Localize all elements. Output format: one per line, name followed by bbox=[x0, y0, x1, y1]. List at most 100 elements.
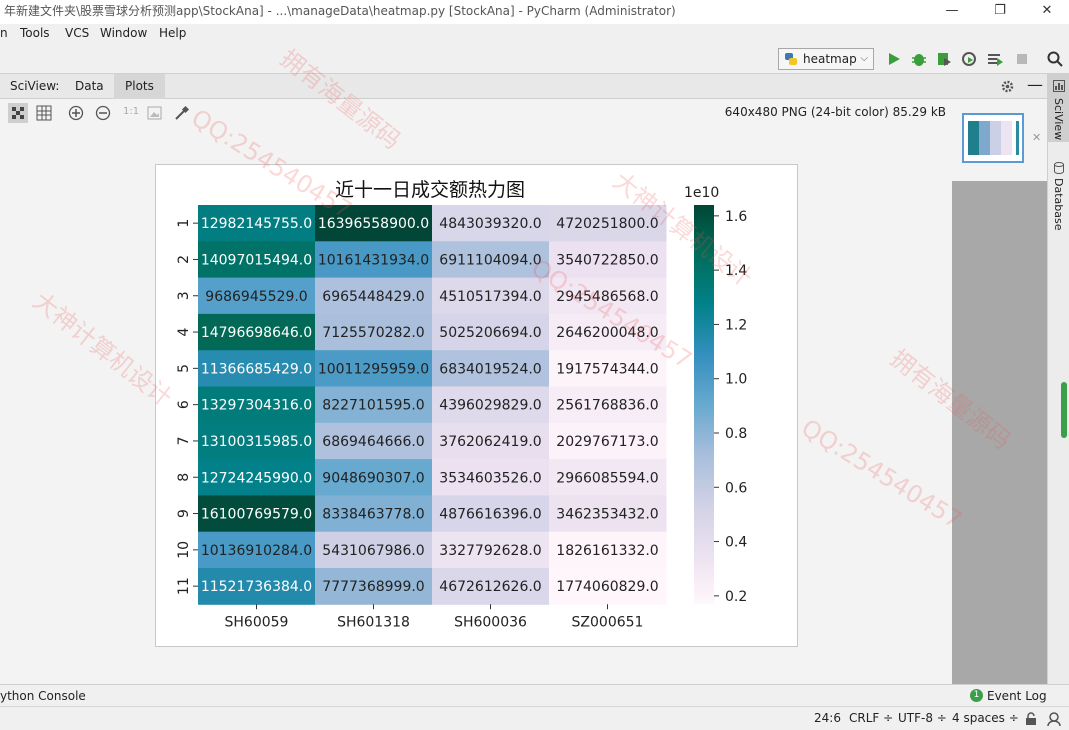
window-title: 年新建文件夹\股票雪球分析预测app\StockAna] - ...\manag… bbox=[4, 4, 676, 18]
thumbnail-image bbox=[964, 115, 1022, 161]
sciview-icon bbox=[1053, 80, 1065, 92]
cell-value-label: 2646200048.0 bbox=[556, 325, 658, 341]
caret-position[interactable]: 24:6 bbox=[814, 711, 841, 725]
scrollbar-thumb[interactable] bbox=[1061, 382, 1067, 438]
y-tick-label: 3 bbox=[176, 291, 192, 300]
image-info: 640x480 PNG (24-bit color) 85.29 kB bbox=[724, 105, 946, 119]
menu-item-window[interactable]: Window bbox=[100, 26, 147, 40]
run-with-coverage-icon[interactable] bbox=[935, 50, 953, 68]
maximize-button[interactable]: ❐ bbox=[983, 0, 1017, 24]
x-tick-label: SZ000651 bbox=[572, 614, 644, 630]
cell-value-label: 4510517394.0 bbox=[439, 289, 541, 305]
main-toolbar: heatmap ⌵ bbox=[0, 44, 1069, 74]
plot-toolbar: 1:1 640x480 PNG (24-bit color) 85.29 kB bbox=[0, 99, 952, 127]
colorbar-exponent-label: 1e10 bbox=[684, 185, 719, 201]
cell-value-label: 4396029829.0 bbox=[439, 398, 541, 414]
run-icon[interactable] bbox=[885, 50, 903, 68]
cell-value-label: 16100769579.0 bbox=[201, 507, 312, 523]
cell-value-label: 14796698646.0 bbox=[201, 325, 312, 341]
colorbar-tick-label: 0.2 bbox=[725, 589, 747, 605]
tab-data[interactable]: Data bbox=[75, 79, 104, 93]
database-icon bbox=[1054, 162, 1064, 174]
cell-value-label: 5431067986.0 bbox=[322, 543, 424, 559]
line-separator[interactable]: CRLF ÷ bbox=[849, 711, 893, 725]
cell-value-label: 9048690307.0 bbox=[322, 470, 424, 486]
status-bar: 24:6 CRLF ÷ UTF-8 ÷ 4 spaces ÷ bbox=[0, 706, 1069, 730]
minimize-button[interactable]: — bbox=[935, 0, 969, 24]
y-tick-label: 7 bbox=[176, 436, 192, 445]
indent-setting[interactable]: 4 spaces ÷ bbox=[952, 711, 1019, 725]
search-everywhere-icon[interactable] bbox=[1046, 50, 1064, 68]
zoom-out-icon[interactable] bbox=[95, 105, 111, 121]
plot-thumbnails-panel: ✕ bbox=[952, 99, 1047, 684]
pycharm-window: 年新建文件夹\股票雪球分析预测app\StockAna] - ...\manag… bbox=[0, 0, 1069, 730]
cell-value-label: 6911104094.0 bbox=[439, 252, 541, 268]
x-tick-label: SH60059 bbox=[225, 614, 289, 630]
zoom-in-icon[interactable] bbox=[68, 105, 84, 121]
cell-value-label: 16396558900.0 bbox=[318, 216, 429, 232]
cell-value-label: 3540722850.0 bbox=[556, 252, 658, 268]
cell-value-label: 1917574344.0 bbox=[556, 361, 658, 377]
file-encoding[interactable]: UTF-8 ÷ bbox=[898, 711, 947, 725]
cell-value-label: 7125570282.0 bbox=[322, 325, 424, 341]
cell-value-label: 3462353432.0 bbox=[556, 507, 658, 523]
y-tick-label: 4 bbox=[176, 328, 192, 337]
hide-panel-icon[interactable]: — bbox=[1027, 75, 1043, 94]
actual-size-button[interactable]: 1:1 bbox=[123, 106, 139, 117]
cell-value-label: 8227101595.0 bbox=[322, 398, 424, 414]
tool-window-bar: ython Console 1 Event Log bbox=[0, 684, 1069, 706]
y-tick-label: 1 bbox=[176, 219, 192, 228]
thumbnail-close-icon[interactable]: ✕ bbox=[1032, 131, 1041, 144]
cell-value-label: 13297304316.0 bbox=[201, 398, 312, 414]
cell-value-label: 5025206694.0 bbox=[439, 325, 541, 341]
x-tick-label: SH600036 bbox=[454, 614, 527, 630]
close-button[interactable]: ✕ bbox=[1030, 0, 1064, 24]
menu-bar: n Tools VCS Window Help bbox=[0, 24, 1069, 44]
plot-thumbnail[interactable] bbox=[962, 113, 1024, 163]
python-console-tab[interactable]: ython Console bbox=[0, 689, 86, 703]
cell-value-label: 2966085594.0 bbox=[556, 470, 658, 486]
gear-icon[interactable] bbox=[1000, 79, 1015, 94]
sciview-tool-button[interactable]: SciView bbox=[1048, 74, 1069, 142]
fit-to-window-icon[interactable] bbox=[147, 106, 162, 120]
cell-value-label: 2945486568.0 bbox=[556, 289, 658, 305]
menu-item-help[interactable]: Help bbox=[159, 26, 186, 40]
chart-title: 近十一日成交额热力图 bbox=[335, 179, 525, 201]
concurrency-diagram-icon[interactable] bbox=[986, 50, 1004, 68]
tab-plots-label: Plots bbox=[125, 79, 154, 93]
cell-value-label: 6869464666.0 bbox=[322, 434, 424, 450]
inspector-icon[interactable] bbox=[1046, 711, 1062, 727]
colorbar-tick-label: 1.4 bbox=[725, 263, 747, 279]
cell-value-label: 4876616396.0 bbox=[439, 507, 541, 523]
actual-size-grid-icon[interactable] bbox=[8, 103, 28, 123]
y-tick-label: 9 bbox=[176, 509, 192, 518]
color-picker-icon[interactable] bbox=[174, 105, 189, 121]
event-log-tab[interactable]: Event Log bbox=[987, 689, 1047, 703]
cell-value-label: 14097015494.0 bbox=[201, 252, 312, 268]
plot-figure[interactable]: 近十一日成交额热力图 12982145755.0 16396558900.0 484… bbox=[155, 164, 798, 647]
colorbar-tick-label: 0.6 bbox=[725, 480, 747, 496]
profile-icon[interactable] bbox=[960, 50, 978, 68]
grid-icon[interactable] bbox=[36, 105, 52, 121]
heatmap-chart: 近十一日成交额热力图 12982145755.0 16396558900.0 484… bbox=[176, 179, 747, 630]
cell-value-label: 2029767173.0 bbox=[556, 434, 658, 450]
stop-icon[interactable] bbox=[1013, 50, 1031, 68]
python-icon bbox=[785, 53, 797, 65]
cell-value-label: 4672612626.0 bbox=[439, 579, 541, 595]
y-tick-label: 2 bbox=[176, 255, 192, 264]
debug-icon[interactable] bbox=[910, 50, 928, 68]
menu-item-vcs[interactable]: VCS bbox=[65, 26, 89, 40]
run-configuration-select[interactable]: heatmap ⌵ bbox=[778, 48, 874, 70]
database-tool-button[interactable]: Database bbox=[1048, 158, 1069, 238]
tab-plots[interactable]: Plots bbox=[114, 74, 165, 99]
cell-value-label: 2561768836.0 bbox=[556, 398, 658, 414]
y-tick-label: 11 bbox=[176, 577, 192, 595]
menu-item-tools[interactable]: Tools bbox=[20, 26, 50, 40]
cell-value-label: 3327792628.0 bbox=[439, 543, 541, 559]
y-tick-label: 6 bbox=[176, 400, 192, 409]
cell-value-label: 10011295959.0 bbox=[318, 361, 429, 377]
menu-item-navigate[interactable]: n bbox=[0, 26, 8, 40]
lock-icon[interactable] bbox=[1025, 712, 1037, 726]
y-tick-label: 5 bbox=[176, 364, 192, 373]
cell-value-label: 6965448429.0 bbox=[322, 289, 424, 305]
